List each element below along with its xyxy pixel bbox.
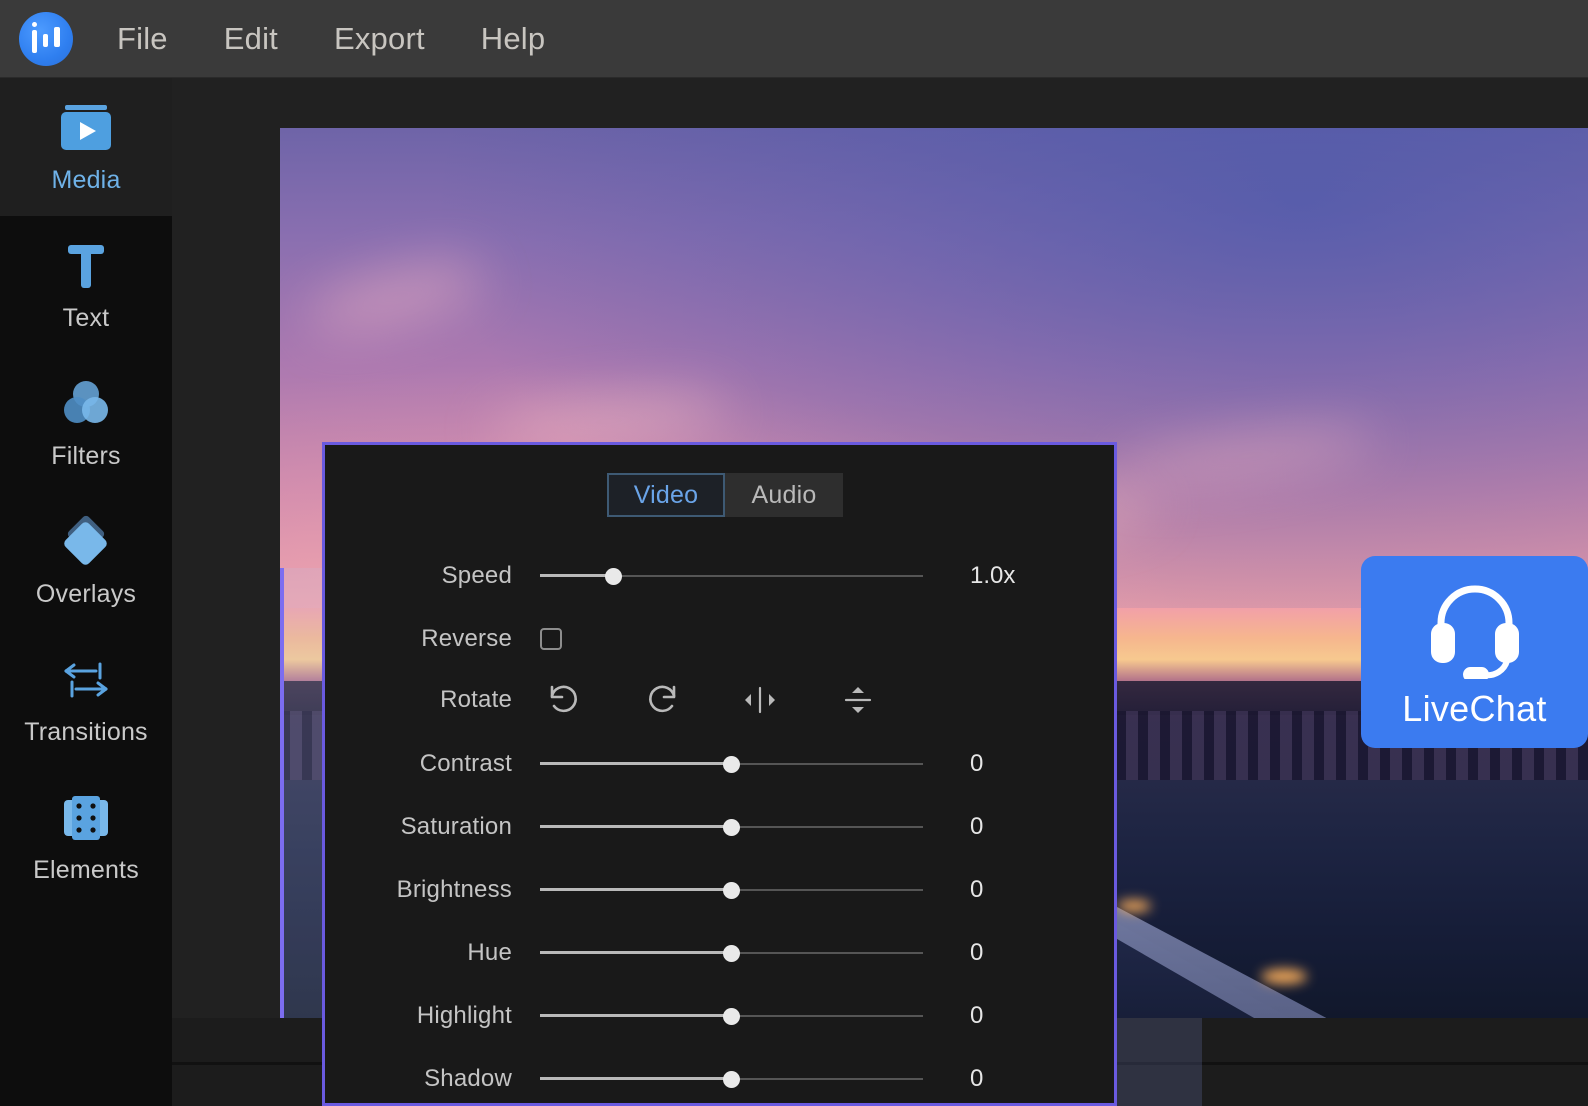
contrast-slider[interactable] [540,753,923,775]
clip-edge-marker [280,568,284,1038]
highlight-value: 0 [970,1002,1060,1030]
shadow-row: Shadow 0 [325,1048,1117,1106]
hue-slider[interactable] [540,942,923,964]
brightness-slider-fill [540,888,731,891]
saturation-slider-thumb [723,819,740,836]
sidebar-item-label: Text [63,304,110,333]
shadow-label: Shadow [325,1065,540,1093]
saturation-slider[interactable] [540,816,923,838]
speed-value: 1.0x [970,562,1060,590]
flip-horizontal-icon[interactable] [736,678,784,722]
dialog-tabs: Video Audio [607,473,843,517]
sidebar-item-media[interactable]: Media [0,78,172,216]
reverse-label: Reverse [325,625,540,653]
shadow-slider-fill [540,1077,731,1080]
rotate-right-icon[interactable] [638,678,686,722]
shadow-slider-thumb [723,1071,740,1088]
brightness-slider[interactable] [540,879,923,901]
highlight-slider-thumb [723,1008,740,1025]
contrast-row: Contrast 0 [325,733,1117,795]
menu-item-export[interactable]: Export [318,15,441,63]
saturation-slider-fill [540,825,731,828]
shadow-slider[interactable] [540,1068,923,1090]
rotate-label: Rotate [325,686,540,714]
speed-slider-thumb [605,568,622,585]
menu-item-file[interactable]: File [101,15,184,63]
brightness-row: Brightness 0 [325,859,1117,921]
flip-vertical-icon[interactable] [834,678,882,722]
filters-icon [54,376,118,432]
sidebar-item-filters[interactable]: Filters [0,354,172,492]
speed-row: Speed 1.0x [325,545,1117,607]
sidebar-item-label: Media [51,166,120,195]
highlight-label: Highlight [325,1002,540,1030]
menu-item-edit[interactable]: Edit [208,15,294,63]
menu-bar: File Edit Export Help [0,0,1588,78]
speed-label: Speed [325,562,540,590]
brightness-slider-thumb [723,882,740,899]
rotate-left-icon[interactable] [540,678,588,722]
reverse-row: Reverse [325,608,1117,670]
contrast-slider-thumb [723,756,740,773]
saturation-label: Saturation [325,813,540,841]
sidebar: Media Text Filters [0,78,172,1106]
headset-icon [1419,575,1531,684]
speed-slider[interactable] [540,565,923,587]
saturation-value: 0 [970,813,1060,841]
hue-value: 0 [970,939,1060,967]
overlays-icon [54,514,118,570]
sidebar-item-elements[interactable]: Elements [0,768,172,906]
sidebar-item-transitions[interactable]: Transitions [0,630,172,768]
tab-audio[interactable]: Audio [725,473,843,517]
media-icon [54,100,118,156]
hue-slider-thumb [723,945,740,962]
hue-slider-fill [540,951,731,954]
sidebar-item-label: Elements [33,856,139,885]
shadow-value: 0 [970,1065,1060,1093]
saturation-row: Saturation 0 [325,796,1117,858]
sidebar-item-label: Transitions [24,718,148,747]
text-icon [54,238,118,294]
clip-properties-dialog: Video Audio Speed 1.0x Reverse Rotate [322,442,1117,1106]
highlight-slider-fill [540,1014,731,1017]
sidebar-item-label: Filters [51,442,120,471]
rotate-row: Rotate [325,669,1117,731]
transitions-icon [54,652,118,708]
highlight-row: Highlight 0 [325,985,1117,1047]
contrast-label: Contrast [325,750,540,778]
brightness-value: 0 [970,876,1060,904]
livechat-label: LiveChat [1402,688,1546,730]
sidebar-item-label: Overlays [36,580,136,609]
hue-row: Hue 0 [325,922,1117,984]
timeline-clip[interactable] [1104,1018,1202,1106]
app-logo-icon[interactable] [19,12,73,66]
sidebar-item-text[interactable]: Text [0,216,172,354]
rotate-buttons [540,678,932,722]
tab-video[interactable]: Video [607,473,725,517]
contrast-value: 0 [970,750,1060,778]
reverse-checkbox[interactable] [540,628,562,650]
menu-item-help[interactable]: Help [465,15,562,63]
speed-slider-fill [540,574,613,577]
brightness-label: Brightness [325,876,540,904]
contrast-slider-fill [540,762,731,765]
hue-label: Hue [325,939,540,967]
sidebar-item-overlays[interactable]: Overlays [0,492,172,630]
highlight-slider[interactable] [540,1005,923,1027]
video-editor-window: File Edit Export Help Media Te [0,0,1588,1106]
livechat-button[interactable]: LiveChat [1361,556,1588,748]
elements-icon [54,790,118,846]
